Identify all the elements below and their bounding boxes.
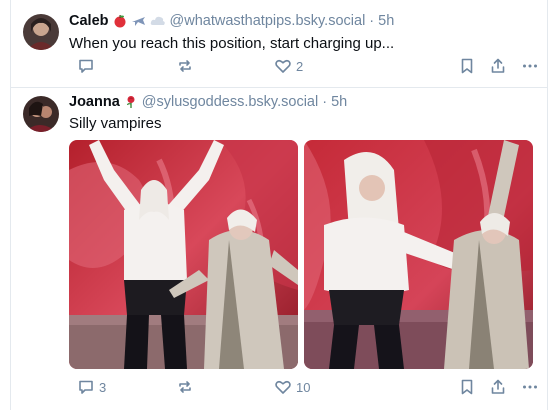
post-actions: 3 10 <box>69 377 539 397</box>
more-icon <box>523 385 537 389</box>
reply-button[interactable] <box>77 56 99 76</box>
image-gallery <box>69 140 533 369</box>
cloud-emoji <box>150 15 166 27</box>
reply-icon <box>79 380 93 394</box>
more-options-button[interactable] <box>521 377 539 397</box>
image-vampires-left[interactable] <box>69 140 298 369</box>
repost-button[interactable] <box>176 377 198 397</box>
image-vampires-right[interactable] <box>304 140 533 369</box>
share-button[interactable] <box>489 377 507 397</box>
post-actions: 2 <box>69 56 539 76</box>
reply-count: 3 <box>99 379 107 395</box>
bookmark-icon <box>461 58 473 74</box>
post-text: When you reach this position, start char… <box>69 35 395 52</box>
author-name[interactable]: Caleb <box>69 13 109 29</box>
separator: · <box>369 13 375 29</box>
apple-emoji <box>113 14 127 28</box>
share-button[interactable] <box>489 56 507 76</box>
airplane-emoji <box>131 14 146 28</box>
repost-icon <box>179 381 191 393</box>
repost-button[interactable] <box>176 56 198 76</box>
repost-icon <box>179 60 191 72</box>
post-caleb[interactable]: Caleb @whatwasthatpips.bsky.social · 5h … <box>11 0 547 88</box>
like-button[interactable]: 10 <box>274 377 310 397</box>
bookmark-button[interactable] <box>459 377 475 397</box>
avatar[interactable] <box>23 96 59 132</box>
avatar[interactable] <box>23 14 59 50</box>
rose-emoji <box>124 95 138 109</box>
bookmark-icon <box>461 379 473 395</box>
like-button[interactable]: 2 <box>274 56 303 76</box>
author-handle[interactable]: @whatwasthatpips.bsky.social <box>170 13 366 29</box>
share-icon <box>491 58 505 73</box>
like-count: 2 <box>296 58 304 74</box>
post-text: Silly vampires <box>69 115 162 132</box>
reply-icon <box>79 59 93 73</box>
feed: Caleb @whatwasthatpips.bsky.social · 5h … <box>10 0 548 410</box>
more-icon <box>523 64 537 68</box>
author-handle[interactable]: @sylusgoddess.bsky.social <box>142 94 318 110</box>
heart-icon <box>275 380 291 394</box>
reply-button[interactable]: 3 <box>77 377 106 397</box>
timestamp[interactable]: 5h <box>378 13 394 29</box>
separator: · <box>322 94 328 110</box>
heart-icon <box>275 59 291 73</box>
like-count: 10 <box>296 379 311 395</box>
more-options-button[interactable] <box>521 56 539 76</box>
share-icon <box>491 379 505 394</box>
post-joanna[interactable]: Joanna @sylusgoddess.bsky.social · 5h Si… <box>11 88 547 410</box>
author-name[interactable]: Joanna <box>69 94 120 110</box>
timestamp[interactable]: 5h <box>331 94 347 110</box>
bookmark-button[interactable] <box>459 56 475 76</box>
